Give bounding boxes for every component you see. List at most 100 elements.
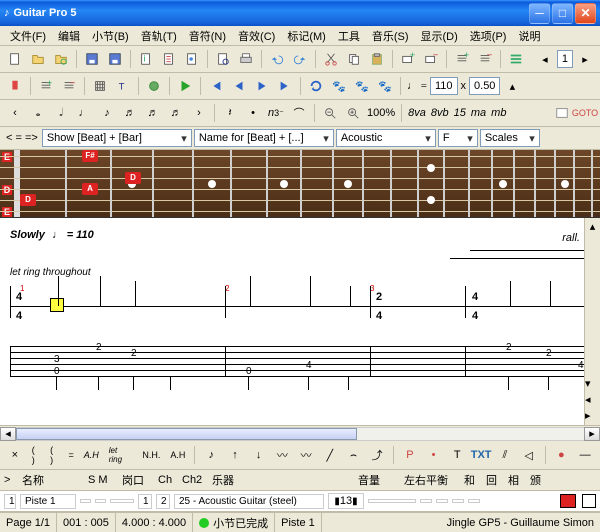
half-note-button[interactable]: 𝅗𝅥: [50, 102, 72, 124]
track-name[interactable]: Piste 1: [20, 494, 76, 509]
track-color-chip[interactable]: [560, 494, 576, 508]
nh-button[interactable]: N.H.: [138, 448, 164, 462]
quarter-note-button[interactable]: ♩: [73, 102, 95, 124]
ah2-button[interactable]: A.H: [166, 448, 189, 462]
prev-page-button[interactable]: ◂: [534, 48, 556, 70]
next-bar-button[interactable]: [251, 75, 273, 97]
dead-note-button[interactable]: ×: [4, 444, 26, 466]
menu-file[interactable]: 文件(F): [4, 26, 52, 46]
menu-help[interactable]: 说明: [512, 26, 546, 46]
remove-track-button[interactable]: −: [420, 48, 442, 70]
menu-effect[interactable]: 音效(C): [232, 26, 281, 46]
menu-tools[interactable]: 工具: [332, 26, 366, 46]
nav-arrows[interactable]: < = =>: [4, 132, 40, 144]
8vb-button[interactable]: 8vb: [429, 107, 451, 119]
save-button[interactable]: [81, 48, 103, 70]
rse-button[interactable]: [143, 75, 165, 97]
text-button[interactable]: T: [112, 75, 134, 97]
close-button[interactable]: ✕: [575, 3, 596, 24]
15mb-label[interactable]: mb: [489, 107, 508, 119]
track-instrument[interactable]: 25 - Acoustic Guitar (steel): [174, 494, 324, 509]
track-phaser[interactable]: [452, 499, 464, 503]
chord-button[interactable]: [89, 75, 111, 97]
menu-display[interactable]: 显示(D): [415, 26, 464, 46]
tuplet-button[interactable]: n3⁻: [265, 102, 287, 124]
zoom-percent[interactable]: 100%: [365, 107, 397, 119]
track-gang[interactable]: [110, 499, 134, 503]
view-mode-button[interactable]: [551, 102, 573, 124]
menu-bar-item[interactable]: 小节(B): [86, 26, 135, 46]
speed-trainer-button[interactable]: 🐾: [328, 75, 350, 97]
thirtysecond-note-button[interactable]: ♬: [142, 102, 164, 124]
loop-button[interactable]: [305, 75, 327, 97]
downstroke-button[interactable]: ↓: [248, 444, 270, 466]
undo-button[interactable]: [266, 48, 288, 70]
whole-note-button[interactable]: 𝅝: [27, 102, 49, 124]
track-ch2[interactable]: 2: [156, 494, 170, 509]
cut-button[interactable]: [320, 48, 342, 70]
print-button[interactable]: [235, 48, 257, 70]
insert-marker-button[interactable]: [4, 75, 26, 97]
stylesheet-button[interactable]: [181, 48, 203, 70]
upstroke-button[interactable]: ↑: [224, 444, 246, 466]
first-bar-button[interactable]: [205, 75, 227, 97]
palm-mute-button[interactable]: P: [399, 444, 421, 466]
vscrollbar[interactable]: ▴ ▾ ◂ ▸: [584, 218, 600, 425]
bend-button[interactable]: ⤴: [366, 444, 388, 466]
track-mute[interactable]: [95, 499, 106, 503]
tapping-button[interactable]: T: [446, 444, 468, 466]
menu-edit[interactable]: 编辑: [52, 26, 86, 46]
tremolo-button[interactable]: ⫽: [494, 444, 516, 466]
track-volume[interactable]: ▮13▮: [328, 493, 364, 509]
hammer-button[interactable]: ⌢: [343, 444, 365, 466]
menu-mark[interactable]: 标记(M): [281, 26, 332, 46]
menu-music[interactable]: 音乐(S): [366, 26, 415, 46]
track-row[interactable]: 1 Piste 1 1 2 25 - Acoustic Guitar (stee…: [0, 491, 600, 512]
scales-combo[interactable]: Scales▾: [480, 129, 540, 147]
show-combo[interactable]: Show [Beat] + [Bar]▾: [42, 129, 192, 147]
slide-button[interactable]: ╱: [319, 444, 341, 466]
minimize-button[interactable]: ─: [529, 3, 550, 24]
name-combo[interactable]: Name for [Beat] + [...]▾: [194, 129, 334, 147]
open-file-button[interactable]: [27, 48, 49, 70]
sixtyfourth-note-button[interactable]: ♬: [165, 102, 187, 124]
menu-track[interactable]: 音轨(T): [135, 26, 183, 46]
properties-button[interactable]: [158, 48, 180, 70]
fade-in-button[interactable]: ◁: [518, 444, 540, 466]
sound-combo[interactable]: Acoustic▾: [336, 129, 436, 147]
last-bar-button[interactable]: [274, 75, 296, 97]
key-combo[interactable]: F▾: [438, 129, 478, 147]
multitrack-button[interactable]: [505, 48, 527, 70]
ghost-note-button[interactable]: ( ): [28, 443, 44, 467]
add-track-button[interactable]: +: [397, 48, 419, 70]
track-arrow-col[interactable]: >: [4, 474, 16, 486]
eighth-note-button[interactable]: ♪: [96, 102, 118, 124]
print-preview-button[interactable]: [212, 48, 234, 70]
menu-note[interactable]: 音符(N): [183, 26, 232, 46]
track-chorus[interactable]: [420, 499, 432, 503]
ah-button[interactable]: A.H: [80, 448, 103, 462]
insert-note-button[interactable]: +: [35, 75, 57, 97]
add-bar-button[interactable]: +: [451, 48, 473, 70]
track-pan[interactable]: [368, 499, 416, 503]
paste-button[interactable]: [366, 48, 388, 70]
staccato-button[interactable]: •: [423, 444, 445, 466]
redo-button[interactable]: [289, 48, 311, 70]
grace-note-button[interactable]: ♪: [200, 444, 222, 466]
next-page-button[interactable]: ▸: [574, 48, 596, 70]
tempo-input[interactable]: 110: [430, 77, 458, 95]
maximize-button[interactable]: □: [552, 3, 573, 24]
countdown-button[interactable]: 🐾: [374, 75, 396, 97]
track-reverb[interactable]: [436, 499, 448, 503]
tempo-multiplier-input[interactable]: 0.50: [469, 77, 500, 95]
zoom-in-button[interactable]: [342, 102, 364, 124]
prev-bar-button[interactable]: [228, 75, 250, 97]
track-solo[interactable]: [80, 499, 91, 503]
play-button[interactable]: [174, 75, 196, 97]
wide-vibrato-button[interactable]: 〰: [295, 444, 317, 466]
save-as-button[interactable]: [104, 48, 126, 70]
tempo-spinner[interactable]: ▴: [501, 75, 523, 97]
remove-bar-button[interactable]: −: [474, 48, 496, 70]
copy-button[interactable]: [343, 48, 365, 70]
track-tremolo[interactable]: [468, 499, 480, 503]
